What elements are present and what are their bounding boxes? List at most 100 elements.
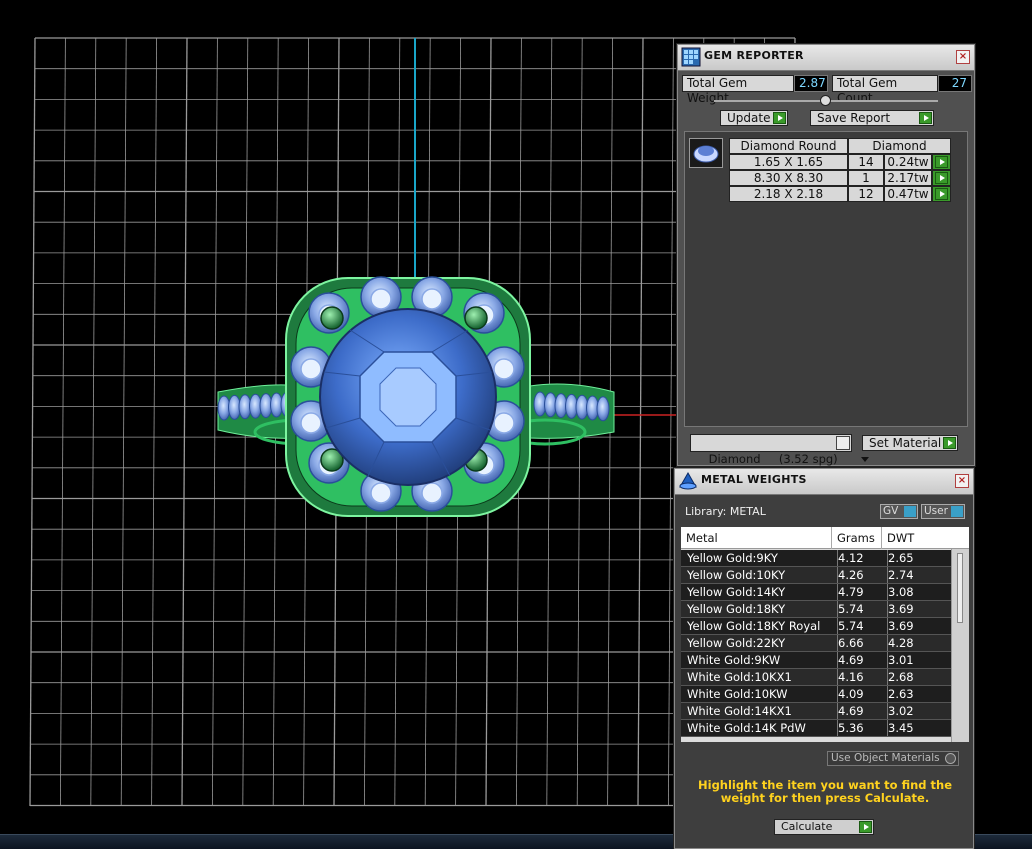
col-header-metal[interactable]: Metal [686, 531, 718, 545]
gem-table-area: Diamond Round Diamond 1.65 X 1.65 14 0.2… [684, 131, 968, 427]
col-divider [887, 635, 888, 651]
halo-diamond-table [370, 482, 392, 504]
metal-table: Metal Grams DWT Yellow Gold:9KY 4.12 2.65 Y… [681, 527, 969, 742]
scrollbar-thumb[interactable] [957, 553, 963, 623]
halo-diamond-table [300, 412, 322, 434]
slider-handle[interactable] [820, 95, 831, 106]
col-divider [837, 618, 838, 634]
metal-grams: 5.36 [838, 721, 864, 735]
metal-grams: 4.09 [838, 687, 864, 701]
metal-row[interactable]: Yellow Gold:14KY 4.79 3.08 [681, 584, 951, 601]
grid-line [151, 37, 157, 807]
col-divider [887, 567, 888, 583]
band-diamond [596, 396, 610, 422]
col-divider [837, 635, 838, 651]
gv-toggle[interactable]: GV [880, 504, 918, 519]
col-divider [887, 686, 888, 702]
metal-name: White Gold:10KX1 [687, 670, 792, 684]
metal-weights-panel: METAL WEIGHTS × Library: METAL GV User M… [674, 468, 974, 849]
metal-grams: 4.79 [838, 585, 864, 599]
halo-diamond-table [493, 412, 515, 434]
gem-reporter-titlebar[interactable]: GEM REPORTER × [678, 45, 974, 71]
metal-row[interactable]: Yellow Gold:18KY Royal 5.74 3.69 [681, 618, 951, 635]
grid-line [120, 37, 127, 807]
close-icon[interactable]: × [956, 50, 970, 64]
metal-weights-titlebar[interactable]: METAL WEIGHTS × [675, 469, 973, 495]
metal-row[interactable]: White Gold:10KW 4.09 2.63 [681, 686, 951, 703]
panel-slider[interactable] [714, 95, 938, 106]
metal-name: White Gold:14K PdW [687, 721, 806, 735]
user-toggle-label: User [924, 505, 948, 517]
metal-dwt: 2.63 [888, 687, 914, 701]
gem-row-weight: 0.24tw [884, 154, 932, 170]
update-button[interactable]: Update [720, 110, 788, 126]
metal-row[interactable]: Yellow Gold:10KY 4.26 2.74 [681, 567, 951, 584]
prong [320, 306, 344, 330]
gem-row-select-button[interactable] [932, 186, 951, 202]
gv-toggle-label: GV [883, 505, 899, 517]
metal-grams: 5.74 [838, 619, 864, 633]
col-divider [837, 669, 838, 685]
save-report-button[interactable]: Save Report [810, 110, 934, 126]
metal-name: Yellow Gold:22KY [687, 636, 786, 650]
gem-row-count: 1 [848, 170, 884, 186]
gem-row-select-button[interactable] [932, 170, 951, 186]
metal-row[interactable]: White Gold:14K PdW 5.36 3.45 [681, 720, 951, 737]
total-gem-weight-value: 2.87 [794, 75, 828, 92]
chevron-down-icon[interactable] [836, 436, 869, 462]
gem-row-select-button[interactable] [932, 154, 951, 170]
metal-row[interactable]: Yellow Gold:18KY 5.74 3.69 [681, 601, 951, 618]
grid-line [60, 37, 66, 807]
metal-grams: 4.12 [838, 551, 864, 565]
metal-grams: 6.66 [838, 636, 864, 650]
gem-reporter-icon [681, 47, 701, 67]
set-material-button-label: Set Material [869, 436, 942, 450]
col-divider [837, 550, 838, 566]
close-icon[interactable]: × [955, 474, 969, 488]
diamond-thumbnail-icon[interactable] [689, 138, 723, 168]
metal-row[interactable]: White Gold:14KX1 4.69 3.02 [681, 703, 951, 720]
use-object-materials-toggle[interactable]: Use Object Materials [827, 751, 959, 766]
play-arrow-icon [859, 821, 872, 833]
gem-table-header-type: Diamond [848, 138, 951, 154]
metal-grams: 4.69 [838, 653, 864, 667]
col-divider [887, 703, 888, 719]
metal-weights-title: METAL WEIGHTS [701, 473, 807, 486]
metal-weights-icon [678, 471, 698, 491]
toggle-indicator-icon [904, 506, 916, 517]
col-divider [837, 720, 838, 736]
material-select[interactable]: Diamond (3.52 spg) [690, 434, 869, 466]
metal-dwt: 2.68 [888, 670, 914, 684]
col-header-grams[interactable]: Grams [837, 531, 875, 545]
col-divider [837, 584, 838, 600]
set-material-button[interactable]: Set Material [862, 435, 958, 451]
total-gem-count-label: Total Gem Count [832, 75, 938, 105]
metal-name: White Gold:10KW [687, 687, 788, 701]
gem-row-size[interactable]: 1.65 X 1.65 [729, 154, 848, 170]
update-button-label: Update [727, 111, 771, 125]
user-toggle[interactable]: User [921, 504, 965, 519]
play-arrow-icon [773, 112, 786, 124]
metal-row[interactable]: White Gold:9KW 4.69 3.01 [681, 652, 951, 669]
calculate-button[interactable]: Calculate [774, 819, 874, 835]
metal-grams: 5.74 [838, 602, 864, 616]
gem-table-header-shape: Diamond Round [729, 138, 848, 154]
metal-dwt: 3.01 [888, 653, 914, 667]
gem-row-size[interactable]: 2.18 X 2.18 [729, 186, 848, 202]
col-divider [887, 601, 888, 617]
metal-row[interactable]: Yellow Gold:9KY 4.12 2.65 [681, 550, 951, 567]
col-header-dwt[interactable]: DWT [887, 531, 914, 545]
col-divider [831, 527, 832, 549]
metal-row[interactable]: White Gold:10KX1 4.16 2.68 [681, 669, 951, 686]
play-arrow-icon [943, 437, 956, 449]
metal-dwt: 3.45 [888, 721, 914, 735]
gem-row-size[interactable]: 8.30 X 8.30 [729, 170, 848, 186]
metal-grams: 4.69 [838, 704, 864, 718]
col-divider [881, 527, 882, 549]
play-arrow-icon [935, 188, 948, 200]
scrollbar-track[interactable] [951, 549, 969, 742]
gem-reporter-panel: GEM REPORTER × Total Gem Weight 2.87 Tot… [677, 44, 975, 466]
metal-row[interactable]: Yellow Gold:22KY 6.66 4.28 [681, 635, 951, 652]
total-gem-count-value: 27 [938, 75, 972, 92]
save-report-button-label: Save Report [817, 111, 891, 125]
